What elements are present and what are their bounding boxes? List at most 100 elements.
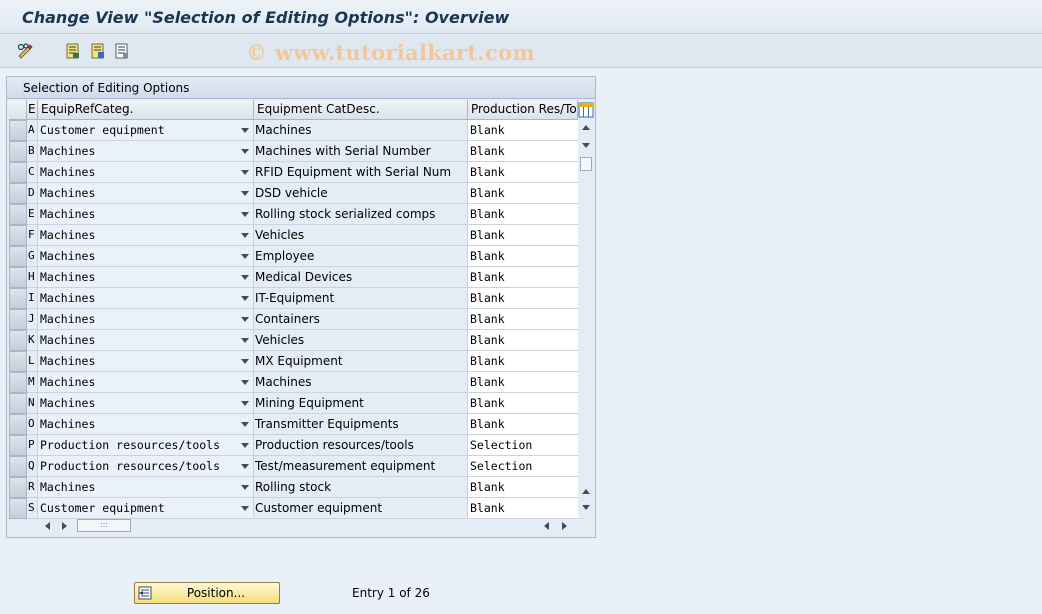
production-res-cell[interactable]: Blank <box>468 351 583 372</box>
table-row[interactable]: Q Production resources/tools Test/measurem… <box>7 456 583 477</box>
production-res-cell[interactable]: Blank <box>468 477 583 498</box>
details-icon[interactable] <box>113 42 131 60</box>
production-res-cell[interactable]: Blank <box>468 246 583 267</box>
column-header-production-res[interactable]: Production Res/Too <box>468 100 578 120</box>
production-res-cell[interactable]: Blank <box>468 204 583 225</box>
row-selector[interactable] <box>9 162 27 183</box>
table-row[interactable]: J Machines Containers Blank <box>7 309 583 330</box>
table-row[interactable]: A Customer equipment Machines Blank <box>7 120 583 141</box>
edit-glasses-icon[interactable] <box>16 42 34 60</box>
equip-ref-categ-cell[interactable]: Production resources/tools <box>38 435 254 456</box>
row-selector[interactable] <box>9 393 27 414</box>
table-row[interactable]: I Machines IT-Equipment Blank <box>7 288 583 309</box>
dropdown-arrow-icon[interactable] <box>241 401 249 406</box>
equip-ref-categ-cell[interactable]: Machines <box>38 309 254 330</box>
row-selector[interactable] <box>9 372 27 393</box>
column-header-key[interactable]: E <box>27 100 38 120</box>
column-header-equipment-catdesc[interactable]: Equipment CatDesc. <box>254 100 468 120</box>
equip-ref-categ-cell[interactable]: Customer equipment <box>38 120 254 141</box>
production-res-cell[interactable]: Blank <box>468 225 583 246</box>
dropdown-arrow-icon[interactable] <box>241 464 249 469</box>
scroll-left-icon[interactable] <box>45 522 50 530</box>
table-row[interactable]: C Machines RFID Equipment with Serial Num B… <box>7 162 583 183</box>
equip-ref-categ-cell[interactable]: Machines <box>38 393 254 414</box>
row-selector[interactable] <box>9 141 27 162</box>
dropdown-arrow-icon[interactable] <box>241 128 249 133</box>
dropdown-arrow-icon[interactable] <box>241 233 249 238</box>
production-res-cell[interactable]: Blank <box>468 372 583 393</box>
save-list-icon[interactable] <box>64 42 82 60</box>
row-selector[interactable] <box>9 330 27 351</box>
dropdown-arrow-icon[interactable] <box>241 338 249 343</box>
table-row[interactable]: F Machines Vehicles Blank <box>7 225 583 246</box>
production-res-cell[interactable]: Blank <box>468 393 583 414</box>
production-res-cell[interactable]: Blank <box>468 162 583 183</box>
scroll-page-down-icon[interactable] <box>582 505 590 510</box>
table-row[interactable]: S Customer equipment Customer equipment Bla… <box>7 498 583 519</box>
equip-ref-categ-cell[interactable]: Machines <box>38 204 254 225</box>
dropdown-arrow-icon[interactable] <box>241 506 249 511</box>
equip-ref-categ-cell[interactable]: Machines <box>38 414 254 435</box>
production-res-cell[interactable]: Blank <box>468 141 583 162</box>
scroll-far-right-icon[interactable] <box>562 522 567 530</box>
vertical-scrollbar[interactable] <box>578 119 594 517</box>
dropdown-arrow-icon[interactable] <box>241 443 249 448</box>
scroll-thumb[interactable] <box>580 157 592 171</box>
production-res-cell[interactable]: Blank <box>468 309 583 330</box>
dropdown-arrow-icon[interactable] <box>241 212 249 217</box>
scroll-far-left-icon[interactable] <box>544 522 549 530</box>
row-selector[interactable] <box>9 309 27 330</box>
equip-ref-categ-cell[interactable]: Machines <box>38 246 254 267</box>
table-row[interactable]: L Machines MX Equipment Blank <box>7 351 583 372</box>
production-res-cell[interactable]: Blank <box>468 183 583 204</box>
row-selector[interactable] <box>9 246 27 267</box>
row-selector[interactable] <box>9 435 27 456</box>
column-header-equip-ref-categ[interactable]: EquipRefCateg. <box>38 100 254 120</box>
row-selector[interactable] <box>9 267 27 288</box>
table-row[interactable]: M Machines Machines Blank <box>7 372 583 393</box>
scroll-page-up-icon[interactable] <box>582 489 590 494</box>
export-icon[interactable] <box>89 42 107 60</box>
table-row[interactable]: O Machines Transmitter Equipments Blank <box>7 414 583 435</box>
row-selector[interactable] <box>9 120 27 141</box>
equip-ref-categ-cell[interactable]: Machines <box>38 183 254 204</box>
dropdown-arrow-icon[interactable] <box>241 149 249 154</box>
table-row[interactable]: H Machines Medical Devices Blank <box>7 267 583 288</box>
equip-ref-categ-cell[interactable]: Production resources/tools <box>38 456 254 477</box>
scroll-down-icon[interactable] <box>582 143 590 148</box>
dropdown-arrow-icon[interactable] <box>241 191 249 196</box>
select-all-header[interactable] <box>9 100 27 120</box>
production-res-cell[interactable]: Blank <box>468 120 583 141</box>
equip-ref-categ-cell[interactable]: Customer equipment <box>38 498 254 519</box>
dropdown-arrow-icon[interactable] <box>241 485 249 490</box>
table-row[interactable]: E Machines Rolling stock serialized comps B… <box>7 204 583 225</box>
dropdown-arrow-icon[interactable] <box>241 380 249 385</box>
horizontal-scroll-thumb[interactable]: ::: <box>77 519 131 532</box>
position-button[interactable]: Position... <box>134 582 280 604</box>
table-row[interactable]: D Machines DSD vehicle Blank <box>7 183 583 204</box>
production-res-cell[interactable]: Blank <box>468 288 583 309</box>
table-row[interactable]: R Machines Rolling stock Blank <box>7 477 583 498</box>
table-row[interactable]: K Machines Vehicles Blank <box>7 330 583 351</box>
row-selector[interactable] <box>9 414 27 435</box>
production-res-cell[interactable]: Selection <box>468 456 583 477</box>
equip-ref-categ-cell[interactable]: Machines <box>38 330 254 351</box>
production-res-cell[interactable]: Selection <box>468 435 583 456</box>
dropdown-arrow-icon[interactable] <box>241 317 249 322</box>
equip-ref-categ-cell[interactable]: Machines <box>38 372 254 393</box>
equip-ref-categ-cell[interactable]: Machines <box>38 141 254 162</box>
row-selector[interactable] <box>9 477 27 498</box>
dropdown-arrow-icon[interactable] <box>241 296 249 301</box>
scroll-up-icon[interactable] <box>582 125 590 130</box>
row-selector[interactable] <box>9 183 27 204</box>
dropdown-arrow-icon[interactable] <box>241 170 249 175</box>
row-selector[interactable] <box>9 288 27 309</box>
equip-ref-categ-cell[interactable]: Machines <box>38 267 254 288</box>
equip-ref-categ-cell[interactable]: Machines <box>38 225 254 246</box>
production-res-cell[interactable]: Blank <box>468 267 583 288</box>
table-row[interactable]: P Production resources/tools Production re… <box>7 435 583 456</box>
production-res-cell[interactable]: Blank <box>468 414 583 435</box>
equip-ref-categ-cell[interactable]: Machines <box>38 477 254 498</box>
equip-ref-categ-cell[interactable]: Machines <box>38 288 254 309</box>
dropdown-arrow-icon[interactable] <box>241 254 249 259</box>
